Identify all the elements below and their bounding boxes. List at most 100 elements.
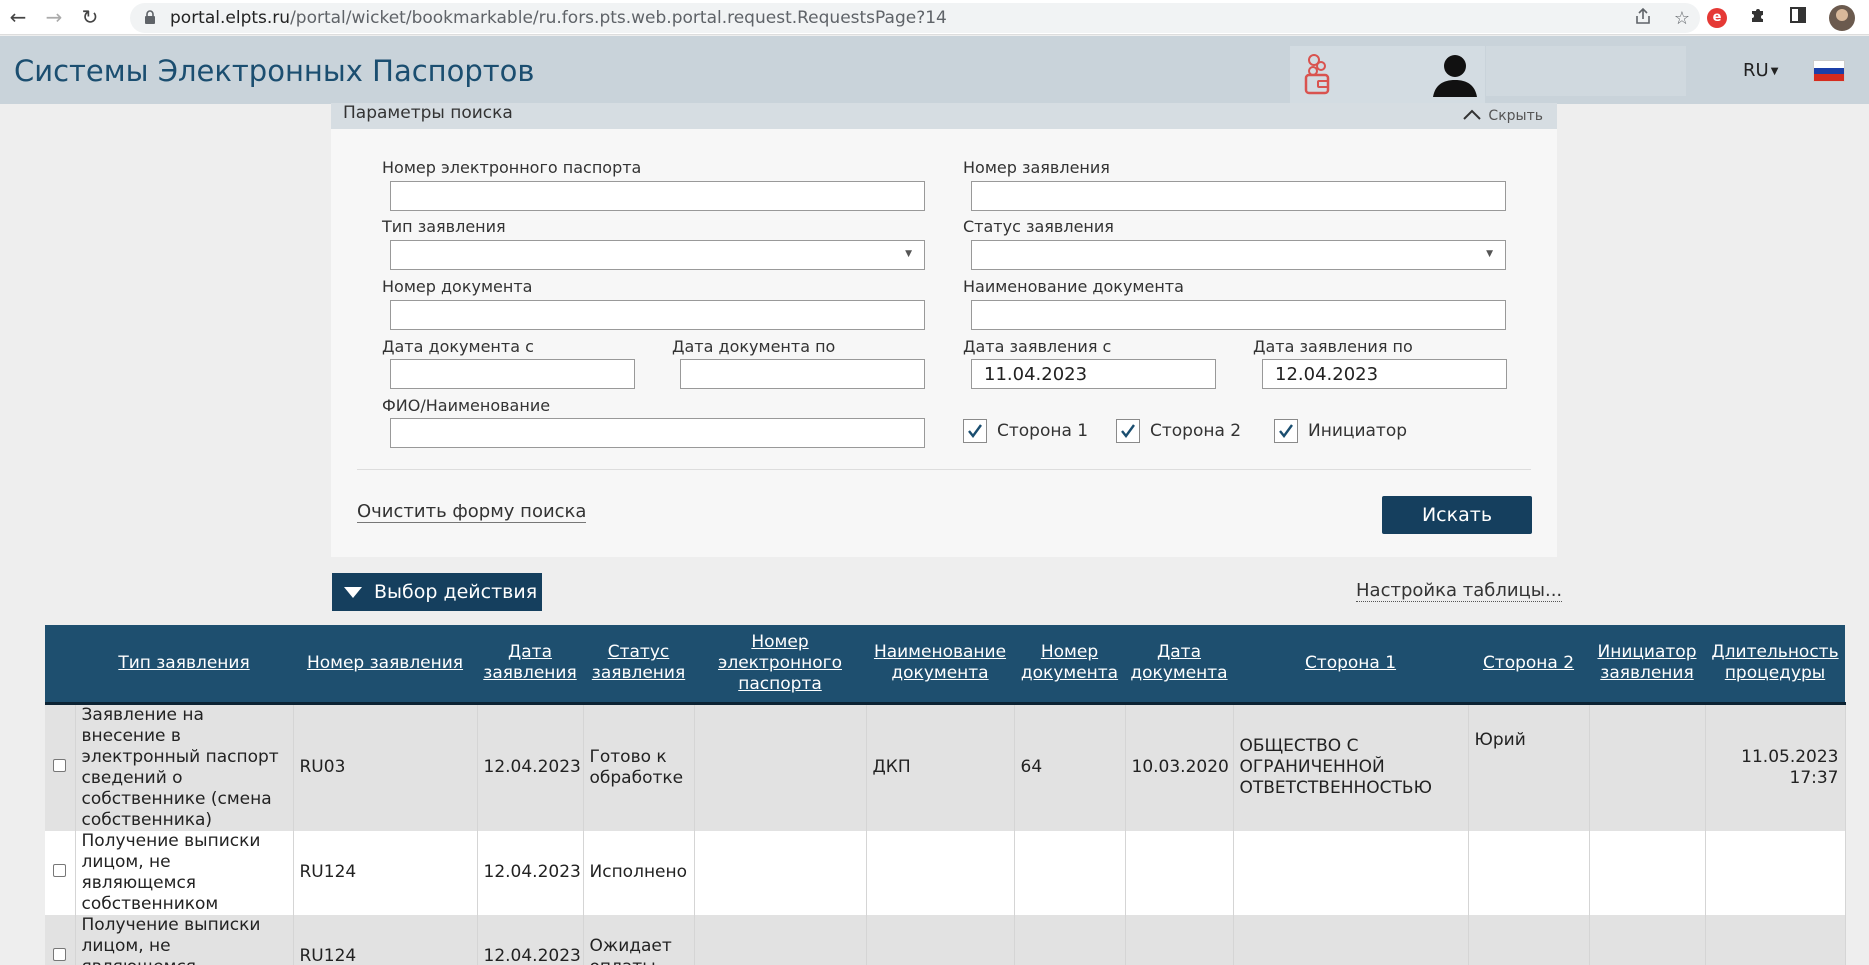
cell-number: RU03: [293, 703, 478, 831]
cell-type: Заявление на внесение в электронный пасп…: [75, 703, 294, 831]
forward-icon[interactable]: →: [36, 0, 72, 35]
action-select-button[interactable]: Выбор действия: [332, 573, 542, 611]
checkmark-icon: [1121, 424, 1135, 438]
extension-e-icon[interactable]: e: [1707, 7, 1727, 28]
column-header-passport[interactable]: Номер электронного паспорта: [694, 625, 866, 705]
user-icon[interactable]: [1430, 52, 1480, 97]
request-status-label: Статус заявления: [963, 217, 1114, 236]
search-button[interactable]: Искать: [1382, 496, 1532, 534]
row-select-cell[interactable]: [45, 703, 76, 831]
side-panel-icon[interactable]: [1789, 6, 1807, 29]
passport-number-label: Номер электронного паспорта: [382, 158, 642, 177]
russia-flag-icon[interactable]: [1813, 60, 1845, 82]
initiator-label: Инициатор: [1308, 421, 1408, 441]
cell-duration: [1705, 830, 1846, 915]
row-select-cell[interactable]: [45, 830, 76, 915]
url-host: portal.elpts.ru: [170, 8, 291, 28]
req-date-from-label: Дата заявления с: [963, 337, 1112, 356]
side2-checkbox-group[interactable]: Сторона 2: [1116, 419, 1241, 443]
cell-side1: [1233, 914, 1469, 965]
cell-doc-date: 10.03.2020: [1125, 703, 1234, 831]
doc-date-to-label: Дата документа по: [672, 337, 836, 356]
language-selector[interactable]: RU ▼: [1743, 60, 1778, 81]
cell-doc-name: ДКП: [866, 703, 1015, 831]
side1-checkbox-group[interactable]: Сторона 1: [963, 419, 1088, 443]
search-panel-title: Параметры поиска: [343, 103, 513, 123]
hide-search-link[interactable]: Скрыть: [1462, 105, 1543, 126]
column-header-initiator[interactable]: Инициатор заявления: [1589, 625, 1705, 705]
profile-avatar[interactable]: [1829, 4, 1855, 31]
cell-number: RU124: [293, 914, 478, 965]
request-number-label: Номер заявления: [963, 158, 1110, 177]
cell-passport: [694, 703, 867, 831]
requests-table: Тип заявления Номер заявления Дата заявл…: [45, 625, 1846, 965]
table-row[interactable]: Заявление на внесение в электронный пасп…: [45, 703, 1846, 831]
browser-toolbar: ← → ↻ portal.elpts.ru/portal/wicket/book…: [0, 0, 1869, 35]
row-checkbox[interactable]: [53, 864, 67, 877]
row-checkbox[interactable]: [53, 759, 67, 772]
column-header-date[interactable]: Дата заявления: [477, 625, 583, 705]
column-header-side1[interactable]: Сторона 1: [1233, 625, 1468, 705]
column-header-doc-date[interactable]: Дата документа: [1125, 625, 1233, 705]
share-icon[interactable]: [1634, 7, 1652, 30]
doc-date-to-input[interactable]: [680, 359, 925, 389]
clear-search-link[interactable]: Очистить форму поиска: [357, 501, 587, 523]
row-select-cell[interactable]: [45, 914, 76, 965]
req-date-from-input[interactable]: 11.04.2023: [971, 359, 1216, 389]
side2-checkbox[interactable]: [1116, 419, 1140, 443]
cell-passport: [694, 914, 867, 965]
initiator-checkbox[interactable]: [1274, 419, 1298, 443]
chevron-up-icon: [1462, 105, 1482, 126]
cell-doc-date: [1125, 830, 1234, 915]
table-row[interactable]: Получение выписки лицом, не являющемся с…: [45, 914, 1846, 965]
reload-icon[interactable]: ↻: [72, 0, 108, 35]
fio-label: ФИО/Наименование: [382, 396, 551, 415]
search-panel: Параметры поиска Скрыть Номер электронно…: [331, 103, 1557, 557]
request-status-select[interactable]: ▼: [971, 240, 1506, 270]
address-bar[interactable]: portal.elpts.ru/portal/wicket/bookmarkab…: [130, 3, 1700, 33]
cell-side1: [1233, 830, 1469, 915]
column-header-doc-name[interactable]: Наименование документа: [866, 625, 1014, 705]
cell-doc-number: [1014, 830, 1126, 915]
side1-checkbox[interactable]: [963, 419, 987, 443]
cell-status: Ожидает оплаты: [583, 914, 695, 965]
column-header-number[interactable]: Номер заявления: [293, 625, 477, 705]
cell-date: 12.04.2023: [477, 914, 584, 965]
cell-status: Исполнено: [583, 830, 695, 915]
cell-duration: [1705, 914, 1846, 965]
caret-down-icon: ▼: [1770, 65, 1779, 77]
cell-doc-name: [866, 830, 1015, 915]
doc-name-input[interactable]: [971, 300, 1506, 330]
cell-initiator: [1589, 703, 1706, 831]
column-header-type[interactable]: Тип заявления: [75, 625, 293, 705]
request-number-input[interactable]: [971, 181, 1506, 211]
column-header-doc-number[interactable]: Номер документа: [1014, 625, 1125, 705]
back-icon[interactable]: ←: [0, 0, 36, 35]
row-checkbox[interactable]: [53, 948, 67, 961]
req-date-to-label: Дата заявления по: [1253, 337, 1413, 356]
doc-date-from-input[interactable]: [390, 359, 635, 389]
wallet-icon[interactable]: [1302, 52, 1332, 96]
search-panel-header: Параметры поиска Скрыть: [331, 103, 1557, 129]
doc-number-input[interactable]: [390, 300, 925, 330]
lock-icon: [144, 10, 158, 26]
cell-date: 12.04.2023: [477, 703, 584, 831]
extensions-puzzle-icon[interactable]: [1749, 6, 1767, 29]
column-header-duration[interactable]: Длительность процедуры: [1705, 625, 1845, 705]
passport-number-input[interactable]: [390, 181, 925, 211]
doc-date-from-label: Дата документа с: [382, 337, 534, 356]
column-header-status[interactable]: Статус заявления: [583, 625, 694, 705]
column-header-side2[interactable]: Сторона 2: [1468, 625, 1589, 705]
language-label: RU: [1743, 60, 1769, 81]
table-row[interactable]: Получение выписки лицом, не являющемся с…: [45, 830, 1846, 915]
fio-input[interactable]: [390, 418, 925, 448]
bookmark-star-icon[interactable]: ☆: [1674, 8, 1690, 29]
request-type-label: Тип заявления: [382, 217, 506, 236]
initiator-checkbox-group[interactable]: Инициатор: [1274, 419, 1407, 443]
request-type-select[interactable]: ▼: [390, 240, 925, 270]
table-settings-link[interactable]: Настройка таблицы...: [1356, 580, 1563, 602]
triangle-down-icon: [344, 586, 362, 598]
doc-number-label: Номер документа: [382, 277, 533, 296]
cell-side2: [1468, 830, 1590, 915]
req-date-to-input[interactable]: 12.04.2023: [1262, 359, 1507, 389]
